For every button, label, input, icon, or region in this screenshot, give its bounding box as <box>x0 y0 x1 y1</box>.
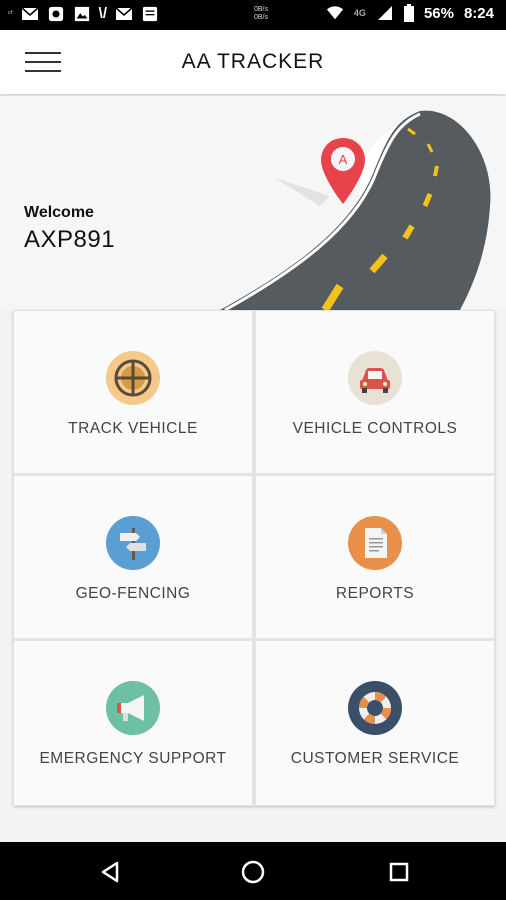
network-type: 4G <box>353 8 366 18</box>
reports-tile[interactable]: REPORTS <box>256 476 494 638</box>
track-vehicle-tile[interactable]: TRACK VEHICLE <box>14 311 252 473</box>
image-icon <box>74 6 89 21</box>
welcome-label: Welcome <box>24 204 94 221</box>
tile-label: REPORTS <box>335 585 415 602</box>
home-icon[interactable] <box>238 857 268 887</box>
mail-icon <box>21 6 39 20</box>
back-icon[interactable] <box>95 857 125 887</box>
app-bar: AA TRACKER <box>0 30 506 94</box>
location-pin-icon: A <box>321 138 365 204</box>
tile-label: GEO-FENCING <box>75 585 191 602</box>
notification-icons: ᶜᶠ \/ <box>8 5 159 22</box>
hero-banner: A <box>0 96 506 310</box>
geo-fencing-tile[interactable]: GEO-FENCING <box>14 476 252 638</box>
camera-icon <box>48 6 63 21</box>
tile-label: VEHICLE CONTROLS <box>292 420 458 437</box>
system-nav-bar <box>0 842 506 900</box>
mail-icon <box>115 6 133 20</box>
carrier-icon: ᶜᶠ <box>8 9 13 18</box>
car-icon <box>348 351 402 405</box>
net-speed: 0B/s 0B/s <box>254 6 269 21</box>
svg-text:A: A <box>339 152 348 167</box>
emergency-support-tile[interactable]: EMERGENCY SUPPORT <box>14 641 252 805</box>
road-illustration <box>220 110 491 310</box>
battery-percent: 56% <box>423 4 454 22</box>
page-title: AA TRACKER <box>181 50 325 73</box>
vehicle-controls-tile[interactable]: VEHICLE CONTROLS <box>256 311 494 473</box>
tile-label: TRACK VEHICLE <box>68 420 198 437</box>
vehicle-id: AXP891 <box>24 226 116 253</box>
tile-label: CUSTOMER SERVICE <box>290 750 460 767</box>
cell-signal-icon <box>377 6 392 20</box>
battery-icon <box>403 4 414 22</box>
document-icon <box>348 516 402 570</box>
recents-icon[interactable] <box>384 857 414 887</box>
lifebuoy-icon <box>348 681 402 735</box>
tile-label: EMERGENCY SUPPORT <box>39 750 227 767</box>
customer-service-tile[interactable]: CUSTOMER SERVICE <box>256 641 494 805</box>
signpost-icon <box>106 516 160 570</box>
signal-slash-icon: \/ <box>98 5 108 22</box>
crosshair-icon <box>106 351 160 405</box>
clock: 8:24 <box>463 4 494 22</box>
wifi-icon <box>326 6 344 20</box>
message-icon <box>142 6 158 21</box>
megaphone-icon <box>106 681 160 735</box>
menu-grid: TRACK VEHICLE VEHICLE CONTROLS GEO-FENCI… <box>13 310 495 806</box>
status-bar: ᶜᶠ \/ 0B/s 0B/s 4G 56% 8:24 <box>0 0 506 30</box>
